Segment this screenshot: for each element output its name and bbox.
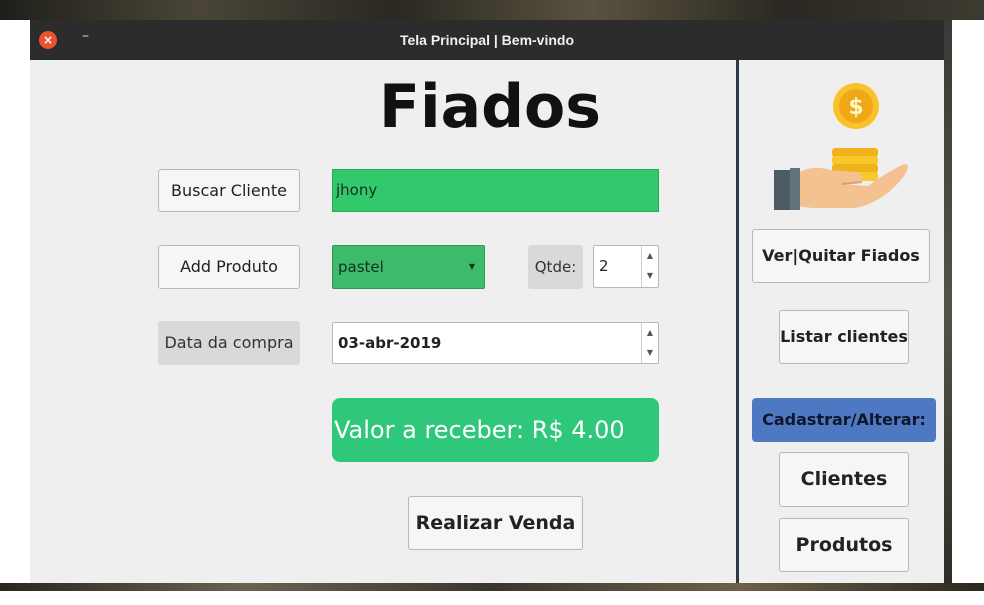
add-produto-label: Add Produto: [180, 257, 278, 276]
cadastrar-alterar-label: Cadastrar/Alterar:: [752, 398, 936, 442]
qtde-stepper[interactable]: 2 ▲ ▼: [593, 245, 659, 288]
clientes-button[interactable]: Clientes: [779, 452, 909, 507]
data-compra-label-text: Data da compra: [164, 333, 294, 352]
data-compra-date-field[interactable]: 03-abr-2019 ▲ ▼: [332, 322, 659, 364]
clientes-label: Clientes: [800, 468, 888, 490]
cliente-search-input[interactable]: jhony: [332, 169, 659, 212]
main-window: × – Tela Principal | Bem-vindo Fiados Bu…: [30, 20, 944, 583]
valor-receber-text: Valor a receber: R$ 4.00: [334, 416, 625, 444]
qtde-label-text: Qtde:: [534, 258, 577, 276]
buscar-cliente-button[interactable]: Buscar Cliente: [158, 169, 300, 212]
produtos-label: Produtos: [795, 534, 893, 556]
realizar-venda-label: Realizar Venda: [415, 512, 576, 534]
produtos-button[interactable]: Produtos: [779, 518, 909, 572]
realizar-venda-button[interactable]: Realizar Venda: [408, 496, 583, 550]
listar-clientes-button[interactable]: Listar clientes: [779, 310, 909, 364]
produto-selected-value: pastel: [338, 258, 384, 276]
add-produto-button[interactable]: Add Produto: [158, 245, 300, 289]
produto-select[interactable]: pastel ▼: [332, 245, 485, 289]
date-stepper-arrows[interactable]: ▲ ▼: [641, 323, 658, 363]
title-bar: × – Tela Principal | Bem-vindo: [30, 20, 944, 60]
buscar-cliente-label: Buscar Cliente: [171, 181, 287, 200]
data-compra-value: 03-abr-2019: [338, 334, 442, 352]
chevron-down-icon[interactable]: ▼: [642, 343, 658, 363]
desktop-background-bottom: [0, 583, 984, 591]
stepper-arrows[interactable]: ▲ ▼: [641, 246, 658, 287]
desktop-background-right: [944, 20, 952, 591]
cadastrar-alterar-text: Cadastrar/Alterar:: [762, 410, 926, 429]
window-title: Tela Principal | Bem-vindo: [399, 32, 575, 48]
data-compra-label: Data da compra: [158, 321, 300, 365]
qtde-value: 2: [599, 257, 609, 275]
cliente-input-value: jhony: [336, 181, 378, 199]
svg-text:$: $: [848, 95, 863, 120]
listar-clientes-label: Listar clientes: [780, 327, 908, 346]
hand-coins-icon: $: [772, 82, 912, 212]
ver-quitar-fiados-label: Ver|Quitar Fiados: [762, 246, 920, 265]
desktop-background-top: [0, 0, 984, 20]
chevron-down-icon[interactable]: ▼: [642, 266, 658, 286]
qtde-label: Qtde:: [528, 245, 583, 289]
page-title: Fiados: [379, 72, 601, 142]
valor-receber-display: Valor a receber: R$ 4.00: [332, 398, 659, 462]
chevron-up-icon[interactable]: ▲: [642, 246, 658, 266]
panel-divider: [736, 60, 739, 583]
chevron-up-icon[interactable]: ▲: [642, 323, 658, 343]
ver-quitar-fiados-button[interactable]: Ver|Quitar Fiados: [752, 229, 930, 283]
dropdown-arrow-icon: ▼: [468, 262, 475, 271]
